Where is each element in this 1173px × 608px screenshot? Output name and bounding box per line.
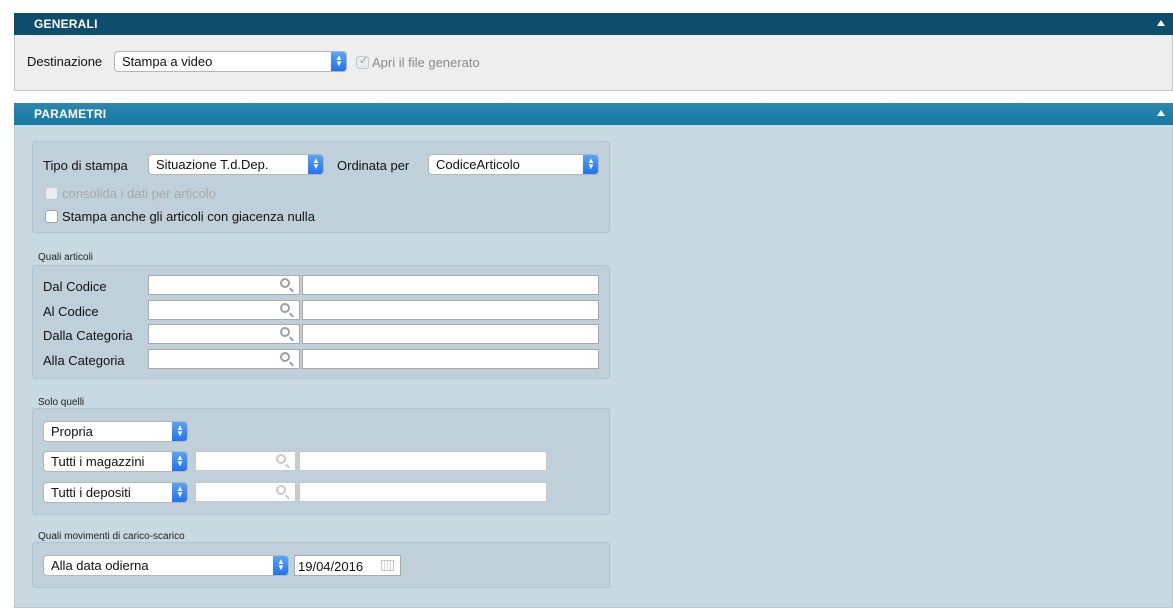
stampa-nulla-checkbox[interactable] [45,210,58,223]
ordinata-per-label: Ordinata per [337,158,410,173]
alla-categoria-desc[interactable] [302,349,599,369]
updown-chevron-icon: ▲ ▼ [273,556,288,575]
tipo-stampa-value: Situazione T.d.Dep. [156,157,269,172]
quali-articoli-title: Quali articoli [38,252,94,263]
calendar-icon[interactable] [381,560,394,571]
al-codice-label: Al Codice [43,304,99,319]
section-title: GENERALI [34,17,98,31]
destinazione-label: Destinazione [27,54,103,69]
deposito-code-input[interactable] [195,482,296,502]
date-input[interactable]: 19/04/2016 [294,555,401,576]
destinazione-select[interactable]: Stampa a video ▲ ▼ [114,51,347,72]
ordinata-per-select[interactable]: CodiceArticolo ▲ ▼ [428,154,599,175]
tipo-stampa-panel: Tipo di stampa Situazione T.d.Dep. ▲ ▼ Or… [32,141,610,233]
search-icon[interactable] [276,485,286,495]
depositi-value: Tutti i depositi [51,485,131,500]
apri-file-checkbox[interactable]: ✓ [356,55,369,69]
consolida-checkbox[interactable] [45,187,58,200]
updown-chevron-icon: ▲ ▼ [172,452,187,471]
propria-value: Propria [51,424,93,439]
section-title: PARAMETRI [34,107,107,121]
consolida-label: consolida i dati per articolo [62,186,216,201]
dalla-categoria-desc[interactable] [302,324,599,344]
solo-quelli-title: Solo quelli [38,397,85,408]
section-body-parametri: Tipo di stampa Situazione T.d.Dep. ▲ ▼ Or… [14,125,1173,608]
updown-chevron-icon: ▲ ▼ [331,52,346,71]
check-mark-icon: ✓ [359,55,369,67]
search-icon[interactable] [280,352,290,362]
movimenti-title: Quali movimenti di carico-scarico [38,531,185,542]
al-codice-input[interactable] [148,300,300,320]
destinazione-value: Stampa a video [122,54,213,69]
search-icon[interactable] [280,303,290,313]
data-riferimento-value: Alla data odierna [51,558,149,573]
propria-select[interactable]: Propria ▲ ▼ [43,421,188,442]
search-icon[interactable] [280,278,290,288]
magazzino-desc[interactable] [299,451,547,471]
magazzini-value: Tutti i magazzini [51,454,145,469]
collapse-triangle-icon[interactable] [1157,110,1165,116]
updown-chevron-icon: ▲ ▼ [308,155,323,174]
tipo-stampa-select[interactable]: Situazione T.d.Dep. ▲ ▼ [148,154,324,175]
quali-articoli-panel: Dal Codice Al Codice Dalla Categoria All… [32,265,610,379]
magazzino-code-input[interactable] [195,451,296,471]
search-icon[interactable] [276,454,286,464]
dalla-categoria-input[interactable] [148,324,300,344]
magazzini-select[interactable]: Tutti i magazzini ▲ ▼ [43,451,188,472]
dal-codice-input[interactable] [148,275,300,295]
dal-codice-desc[interactable] [302,275,599,295]
section-header-generali[interactable]: GENERALI [14,13,1173,35]
search-icon[interactable] [280,327,290,337]
data-riferimento-select[interactable]: Alla data odierna ▲ ▼ [43,555,289,576]
depositi-select[interactable]: Tutti i depositi ▲ ▼ [43,482,188,503]
movimenti-panel: Alla data odierna ▲ ▼ 19/04/2016 [32,542,610,588]
updown-chevron-icon: ▲ ▼ [172,422,187,441]
deposito-desc[interactable] [299,482,547,502]
date-value: 19/04/2016 [298,559,364,574]
al-codice-desc[interactable] [302,300,599,320]
apri-file-label: Apri il file generato [372,55,480,70]
solo-quelli-panel: Propria ▲ ▼ Tutti i magazzini ▲ ▼ Tutti i … [32,408,610,515]
dalla-categoria-label: Dalla Categoria [43,328,133,343]
section-body-generali: Destinazione Stampa a video ▲ ▼ ✓ Apri il… [14,35,1173,91]
updown-chevron-icon: ▲ ▼ [583,155,598,174]
dal-codice-label: Dal Codice [43,279,107,294]
updown-chevron-icon: ▲ ▼ [172,483,187,502]
alla-categoria-label: Alla Categoria [43,353,125,368]
tipo-stampa-label: Tipo di stampa [43,158,128,173]
section-header-parametri[interactable]: PARAMETRI [14,103,1173,125]
stampa-nulla-label: Stampa anche gli articoli con giacenza n… [62,209,315,224]
alla-categoria-input[interactable] [148,349,300,369]
collapse-triangle-icon[interactable] [1157,20,1165,26]
ordinata-per-value: CodiceArticolo [436,157,520,172]
